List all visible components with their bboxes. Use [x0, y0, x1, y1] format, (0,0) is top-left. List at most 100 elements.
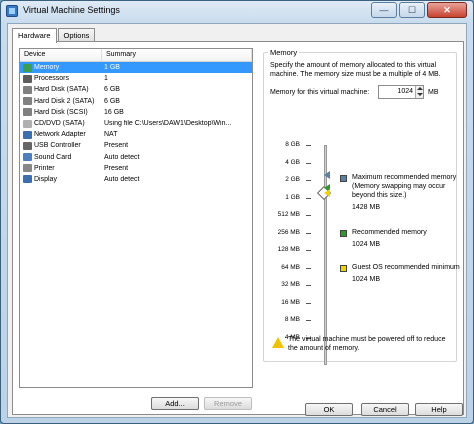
column-header-summary[interactable]: Summary — [102, 49, 252, 61]
memory-group: Memory Specify the amount of memory allo… — [263, 48, 460, 365]
hard-disk-icon — [23, 85, 32, 94]
memory-field-label: Memory for this virtual machine: — [270, 89, 370, 96]
device-list: Device Summary Memory 1 GB Processors 1 Hard… — [19, 48, 253, 388]
device-name: USB Controller — [34, 142, 81, 150]
device-name-cell: Sound Card — [20, 153, 102, 162]
device-name: Display — [34, 175, 57, 183]
max-recommended-title: Maximum recommended memory — [352, 174, 457, 181]
device-row[interactable]: Hard Disk (SCSI) 16 GB — [20, 107, 252, 118]
vm-settings-window: Virtual Machine Settings — ☐ ✕ Hardware … — [0, 0, 474, 424]
recommended-swatch — [340, 230, 347, 237]
device-row[interactable]: Network Adapter NAT — [20, 129, 252, 140]
device-summary: 1 GB — [104, 64, 120, 72]
display-icon — [23, 175, 32, 184]
device-row[interactable]: CD/DVD (SATA) Using file C:\Users\DAW1\De… — [20, 118, 252, 129]
device-row[interactable]: USB Controller Present — [20, 140, 252, 151]
device-row[interactable]: Sound Card Auto detect — [20, 152, 252, 163]
memory-scale-tick — [306, 320, 311, 321]
device-row[interactable]: Printer Present — [20, 163, 252, 174]
device-name: Memory — [34, 64, 60, 72]
device-name-cell: Network Adapter — [20, 130, 102, 139]
cancel-button[interactable]: Cancel — [361, 403, 409, 416]
tab-hardware[interactable]: Hardware — [12, 28, 57, 43]
cd-dvd-icon — [23, 119, 32, 128]
tab-strip: Hardware Options — [12, 28, 96, 43]
recommended-title: Recommended memory — [352, 229, 427, 236]
guest-os-minimum-label: Guest OS recommended minimum 1024 MB — [352, 263, 462, 284]
memory-scale-tick — [306, 285, 311, 286]
memory-scale-tick — [306, 232, 311, 234]
device-summary: 6 GB — [104, 86, 120, 94]
warning-icon — [272, 337, 284, 348]
hard-disk-icon — [23, 108, 32, 117]
power-off-warning: The virtual machine must be powered off … — [288, 336, 446, 352]
memory-scale-tick — [306, 197, 311, 199]
guest-os-minimum-marker-icon — [324, 189, 330, 197]
device-name-cell: Hard Disk 2 (SATA) — [20, 97, 102, 106]
guest-os-minimum-swatch — [340, 265, 347, 272]
printer-icon — [23, 164, 32, 173]
device-list-header: Device Summary — [20, 49, 252, 62]
minimize-button[interactable]: — — [371, 2, 397, 18]
max-recommended-swatch — [340, 175, 347, 182]
device-summary: 1 — [104, 75, 108, 83]
close-button[interactable]: ✕ — [427, 2, 467, 18]
memory-scale-label: 8 GB — [285, 141, 300, 148]
device-name: Hard Disk (SCSI) — [34, 108, 88, 116]
memory-scale-tick — [306, 215, 311, 216]
dialog-client: Hardware Options Device Summary Memory 1 … — [7, 23, 467, 418]
help-button[interactable]: Help — [415, 403, 463, 416]
memory-scale-label: 2 GB — [285, 176, 300, 183]
device-summary: Using file C:\Users\DAW1\Desktop\Win... — [104, 120, 232, 128]
hard-disk-icon — [23, 97, 32, 106]
device-summary: Present — [104, 164, 129, 172]
device-summary: Auto detect — [104, 153, 140, 161]
memory-unit: MB — [428, 89, 439, 96]
device-row[interactable]: Memory 1 GB — [20, 62, 252, 74]
memory-scale-tick — [306, 162, 311, 164]
memory-spinner-icon[interactable] — [415, 86, 423, 98]
memory-size-input[interactable]: 1024 — [378, 85, 424, 99]
max-recommended-marker-icon — [324, 171, 330, 179]
device-summary: 6 GB — [104, 97, 120, 105]
maximize-button[interactable]: ☐ — [399, 2, 425, 18]
device-row[interactable]: Hard Disk 2 (SATA) 6 GB — [20, 96, 252, 107]
memory-description: Specify the amount of memory allocated t… — [270, 62, 441, 78]
memory-scale-label: 512 MB — [277, 211, 300, 218]
device-name: CD/DVD (SATA) — [34, 120, 85, 128]
memory-scale-label: 4 GB — [285, 158, 300, 166]
device-row[interactable]: Display Auto detect — [20, 174, 252, 185]
memory-scale-label: 64 MB — [281, 263, 300, 271]
memory-scale-label: 128 MB — [277, 246, 300, 253]
memory-scale-label: 16 MB — [281, 298, 300, 306]
device-name: Sound Card — [34, 153, 72, 161]
ok-button[interactable]: OK — [305, 403, 353, 416]
vm-app-icon — [6, 5, 18, 17]
title-bar[interactable]: Virtual Machine Settings — ☐ ✕ — [1, 1, 473, 21]
device-row[interactable]: Processors 1 — [20, 73, 252, 84]
device-name: Printer — [34, 164, 55, 172]
device-name-cell: Printer — [20, 164, 102, 173]
remove-button[interactable]: Remove — [204, 397, 252, 410]
device-name-cell: Memory — [20, 63, 102, 72]
max-recommended-note: (Memory swapping may occur beyond this s… — [352, 183, 446, 199]
usb-controller-icon — [23, 141, 32, 150]
memory-size-value: 1024 — [397, 88, 413, 95]
memory-scale-tick — [306, 180, 311, 181]
device-name-cell: USB Controller — [20, 141, 102, 150]
device-name-cell: Hard Disk (SCSI) — [20, 108, 102, 117]
recommended-label: Recommended memory 1024 MB — [352, 228, 462, 249]
device-name: Processors — [34, 75, 70, 83]
memory-scale-tick — [306, 302, 311, 304]
guest-os-minimum-title: Guest OS recommended minimum — [352, 264, 460, 271]
recommended-value: 1024 MB — [352, 241, 381, 248]
device-name-cell: Display — [20, 175, 102, 184]
device-row[interactable]: Hard Disk (SATA) 6 GB — [20, 84, 252, 95]
sound-card-icon — [23, 153, 32, 162]
add-button[interactable]: Add... — [151, 397, 199, 410]
device-summary: NAT — [104, 131, 118, 139]
memory-scale-tick — [306, 250, 311, 251]
tab-options[interactable]: Options — [57, 28, 96, 42]
memory-group-title: Memory — [268, 48, 300, 57]
column-header-device[interactable]: Device — [20, 49, 102, 61]
